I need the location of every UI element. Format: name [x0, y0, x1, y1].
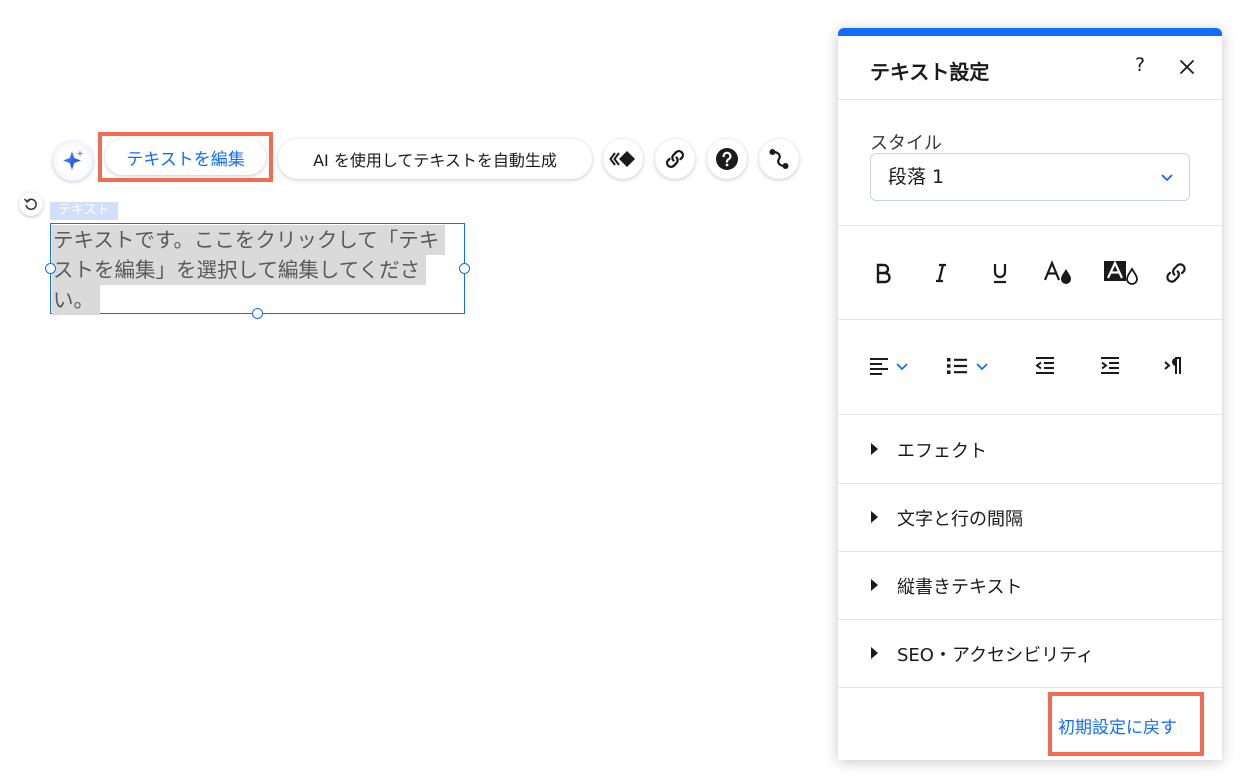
text-line: ストを編集」を選択して編集してくださ [52, 255, 427, 285]
rotate-handle[interactable] [19, 192, 43, 216]
caret-right-icon [871, 647, 878, 659]
bold-icon [876, 263, 891, 284]
italic-icon [936, 263, 946, 283]
underline-icon [993, 264, 1007, 284]
panel-title: テキスト設定 [870, 60, 990, 84]
chevron-down-icon [1161, 174, 1173, 182]
connect-button[interactable] [759, 139, 799, 179]
increase-indent-button[interactable] [1099, 349, 1121, 383]
text-settings-panel: テキスト設定 ? スタイル 段落 1 エフェクト 文字と行の間隔 縦書きテキスト… [838, 28, 1222, 760]
text-content: テキストです。ここをクリックして「テキ ストを編集」を選択して編集してくださ い… [52, 225, 446, 315]
caret-right-icon [871, 579, 878, 591]
chevron-down-icon [896, 363, 908, 371]
accordion-spacing[interactable]: 文字と行の間隔 [838, 484, 1222, 552]
text-direction-icon [1164, 357, 1181, 374]
highlight-color-button[interactable] [1100, 256, 1142, 290]
help-icon [716, 148, 738, 170]
edit-text-button[interactable]: テキストを編集 [105, 139, 266, 175]
chevron-down-icon [976, 363, 988, 371]
reset-to-default-link[interactable]: 初期設定に戻す [1058, 713, 1177, 738]
text-color-button[interactable] [1042, 256, 1076, 290]
alignment-dropdown[interactable] [868, 349, 910, 383]
accordion-label: エフェクト [897, 441, 987, 462]
increase-indent-icon [1101, 357, 1119, 374]
link-icon [1166, 263, 1186, 283]
help-button[interactable]: ? [1135, 54, 1145, 76]
animation-button[interactable] [603, 139, 643, 179]
connect-icon [769, 149, 789, 169]
accordion-label: SEO・アクセシビリティ [897, 645, 1094, 666]
animation-icon [609, 151, 635, 167]
accordion-seo-accessibility[interactable]: SEO・アクセシビリティ [838, 620, 1222, 688]
underline-button[interactable] [983, 256, 1017, 290]
element-type-label: テキスト [50, 202, 118, 220]
resize-handle-right[interactable] [459, 263, 470, 274]
resize-handle-left[interactable] [45, 263, 56, 274]
style-label: スタイル [870, 133, 942, 154]
close-icon [1180, 60, 1194, 74]
highlight-icon [1104, 260, 1138, 285]
text-link-button[interactable] [1159, 256, 1193, 290]
ai-generate-text-button[interactable]: AI を使用してテキストを自動生成 [278, 139, 592, 179]
style-section: スタイル 段落 1 [838, 100, 1222, 226]
rotate-icon [23, 198, 37, 211]
text-line: い。 [52, 285, 100, 315]
selected-text-element[interactable]: テキストです。ここをクリックして「テキ ストを編集」を選択して編集してくださ い… [45, 223, 470, 319]
bold-button[interactable] [866, 256, 900, 290]
text-direction-button[interactable] [1163, 349, 1183, 383]
text-color-icon [1043, 260, 1071, 284]
text-format-toolbar [838, 226, 1222, 320]
list-dropdown[interactable] [946, 349, 990, 383]
question-mark-icon: ? [1135, 54, 1146, 76]
resize-handle-bottom[interactable] [252, 308, 263, 319]
accordion-label: 文字と行の間隔 [897, 509, 1023, 530]
bullet-list-icon [947, 358, 967, 374]
style-dropdown-value: 段落 1 [888, 166, 945, 188]
ai-assistant-button[interactable] [53, 141, 93, 181]
italic-button[interactable] [924, 256, 958, 290]
link-icon [666, 150, 684, 168]
help-button[interactable] [707, 139, 747, 179]
accordion-label: 縦書きテキスト [897, 577, 1023, 598]
panel-header: テキスト設定 ? [838, 36, 1222, 100]
text-line: テキストです。ここをクリックして「テキ [52, 225, 446, 255]
style-dropdown[interactable]: 段落 1 [870, 153, 1190, 201]
decrease-indent-icon [1035, 357, 1054, 374]
align-left-icon [870, 358, 888, 375]
accordion-vertical-text[interactable]: 縦書きテキスト [838, 552, 1222, 620]
caret-right-icon [871, 511, 878, 523]
close-button[interactable] [1177, 57, 1197, 77]
accordion-effects[interactable]: エフェクト [838, 416, 1222, 484]
sparkle-icon [63, 150, 84, 170]
caret-right-icon [871, 443, 878, 455]
paragraph-toolbar [838, 321, 1222, 415]
link-button[interactable] [655, 139, 695, 179]
decrease-indent-button[interactable] [1034, 349, 1056, 383]
